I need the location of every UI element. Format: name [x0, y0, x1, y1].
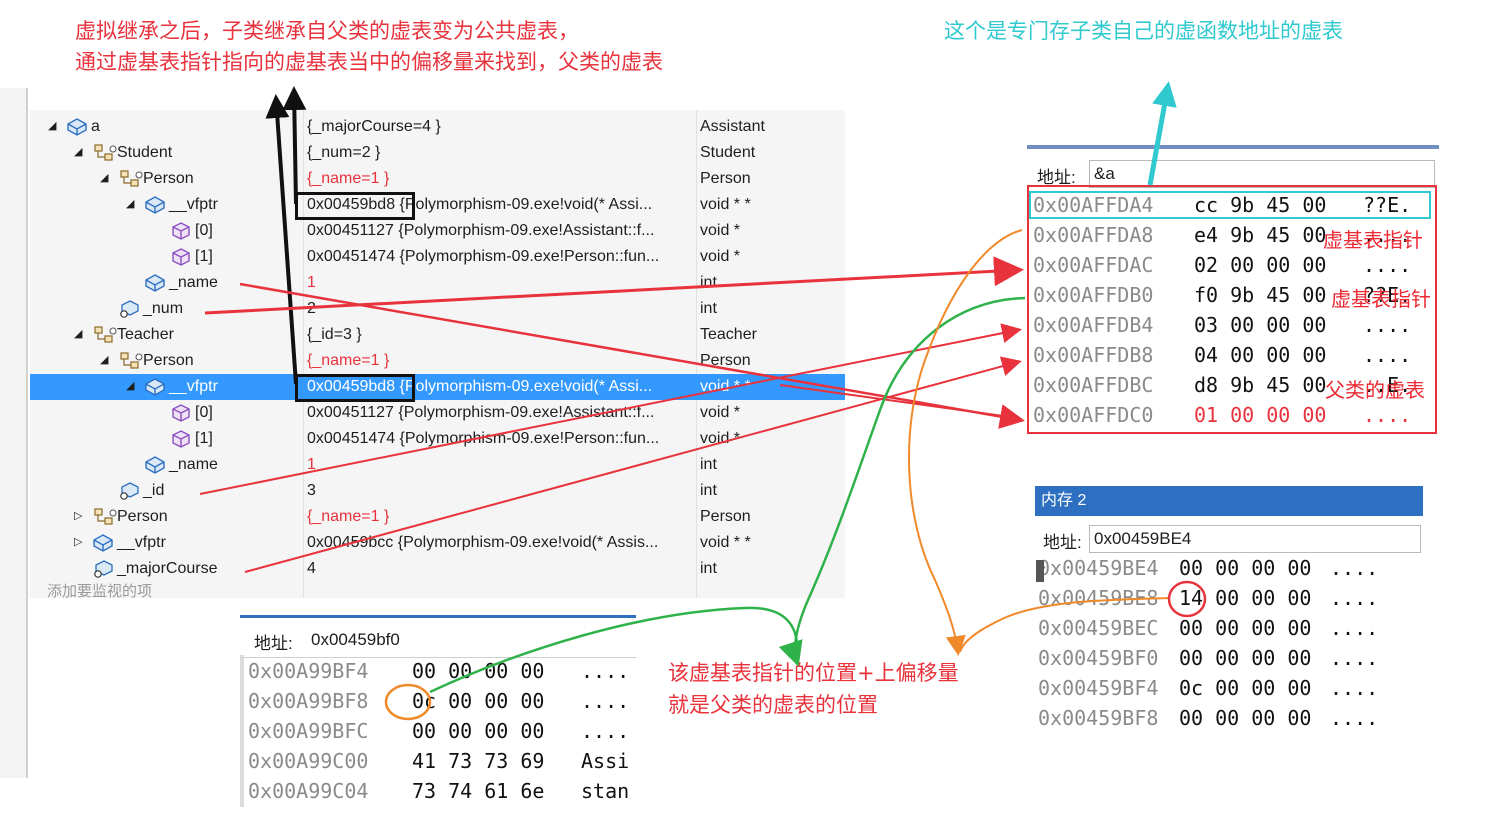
red-arrow — [244, 356, 1022, 573]
offset-circle-red — [1167, 580, 1207, 618]
offset-circle-orange — [384, 683, 432, 721]
orange-curve — [959, 597, 1171, 653]
red-arrow — [239, 282, 1025, 429]
black-arrow — [282, 86, 307, 205]
red-arrow — [199, 323, 1022, 495]
green-curve — [429, 606, 799, 694]
red-arrow — [204, 256, 1024, 315]
red-arrow — [779, 384, 1022, 426]
annotation-arrows — [199, 81, 1207, 721]
orange-curve — [907, 229, 1023, 656]
cyan-arrow — [1147, 81, 1177, 186]
